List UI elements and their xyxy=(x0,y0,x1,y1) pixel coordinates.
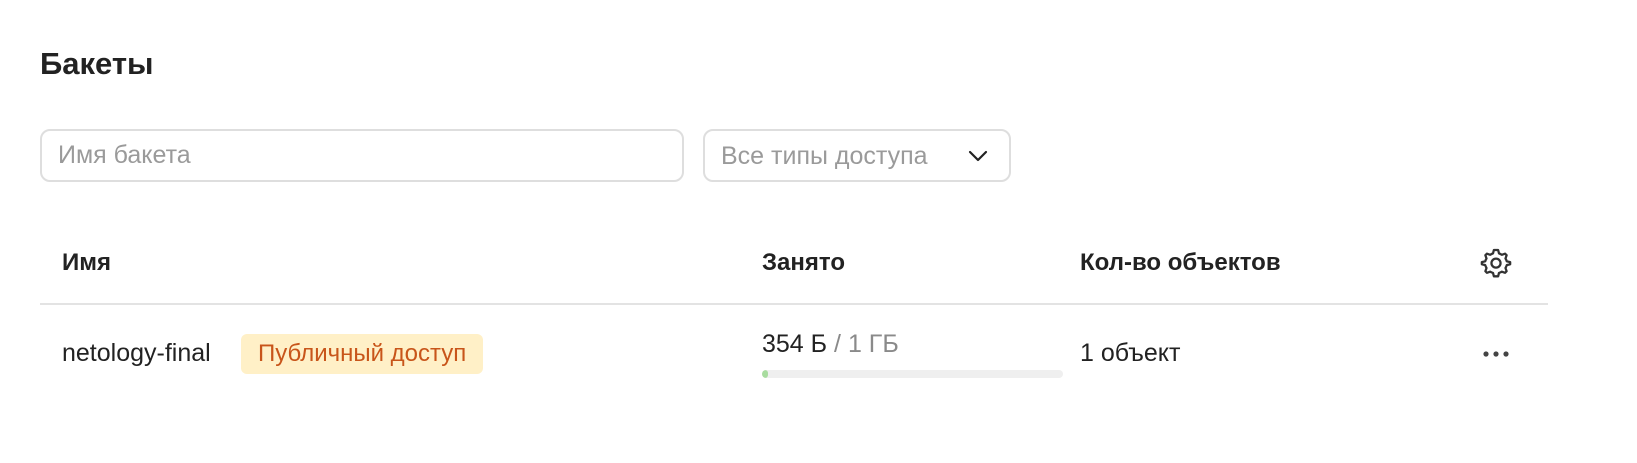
access-status-badge: Публичный доступ xyxy=(241,334,484,374)
usage-separator: / xyxy=(834,330,841,358)
used-size: 354 Б xyxy=(762,330,828,358)
column-header-objects[interactable]: Кол-во объектов xyxy=(1080,248,1281,278)
bucket-name-search-input[interactable] xyxy=(40,129,684,182)
column-header-name[interactable]: Имя xyxy=(62,248,111,278)
access-type-selected-label: Все типы доступа xyxy=(721,142,928,170)
storage-progress-bar xyxy=(762,370,1063,378)
storage-progress-fill xyxy=(762,370,769,378)
page-title: Бакеты xyxy=(40,46,154,81)
column-header-used[interactable]: Занято xyxy=(762,248,845,278)
buckets-page: Бакеты Все типы доступа Имя Занято Кол-в… xyxy=(0,0,1637,463)
access-type-dropdown[interactable]: Все типы доступа xyxy=(703,129,1011,182)
quota-size: 1 ГБ xyxy=(847,330,899,358)
table-header-divider xyxy=(40,303,1548,305)
storage-usage: 354 Б / 1 ГБ xyxy=(762,329,899,359)
bucket-name[interactable]: netology-final xyxy=(62,338,211,368)
more-horizontal-icon[interactable] xyxy=(1479,342,1513,366)
gear-icon[interactable] xyxy=(1479,246,1513,280)
chevron-down-icon xyxy=(968,150,988,162)
object-count: 1 объект xyxy=(1080,339,1181,367)
